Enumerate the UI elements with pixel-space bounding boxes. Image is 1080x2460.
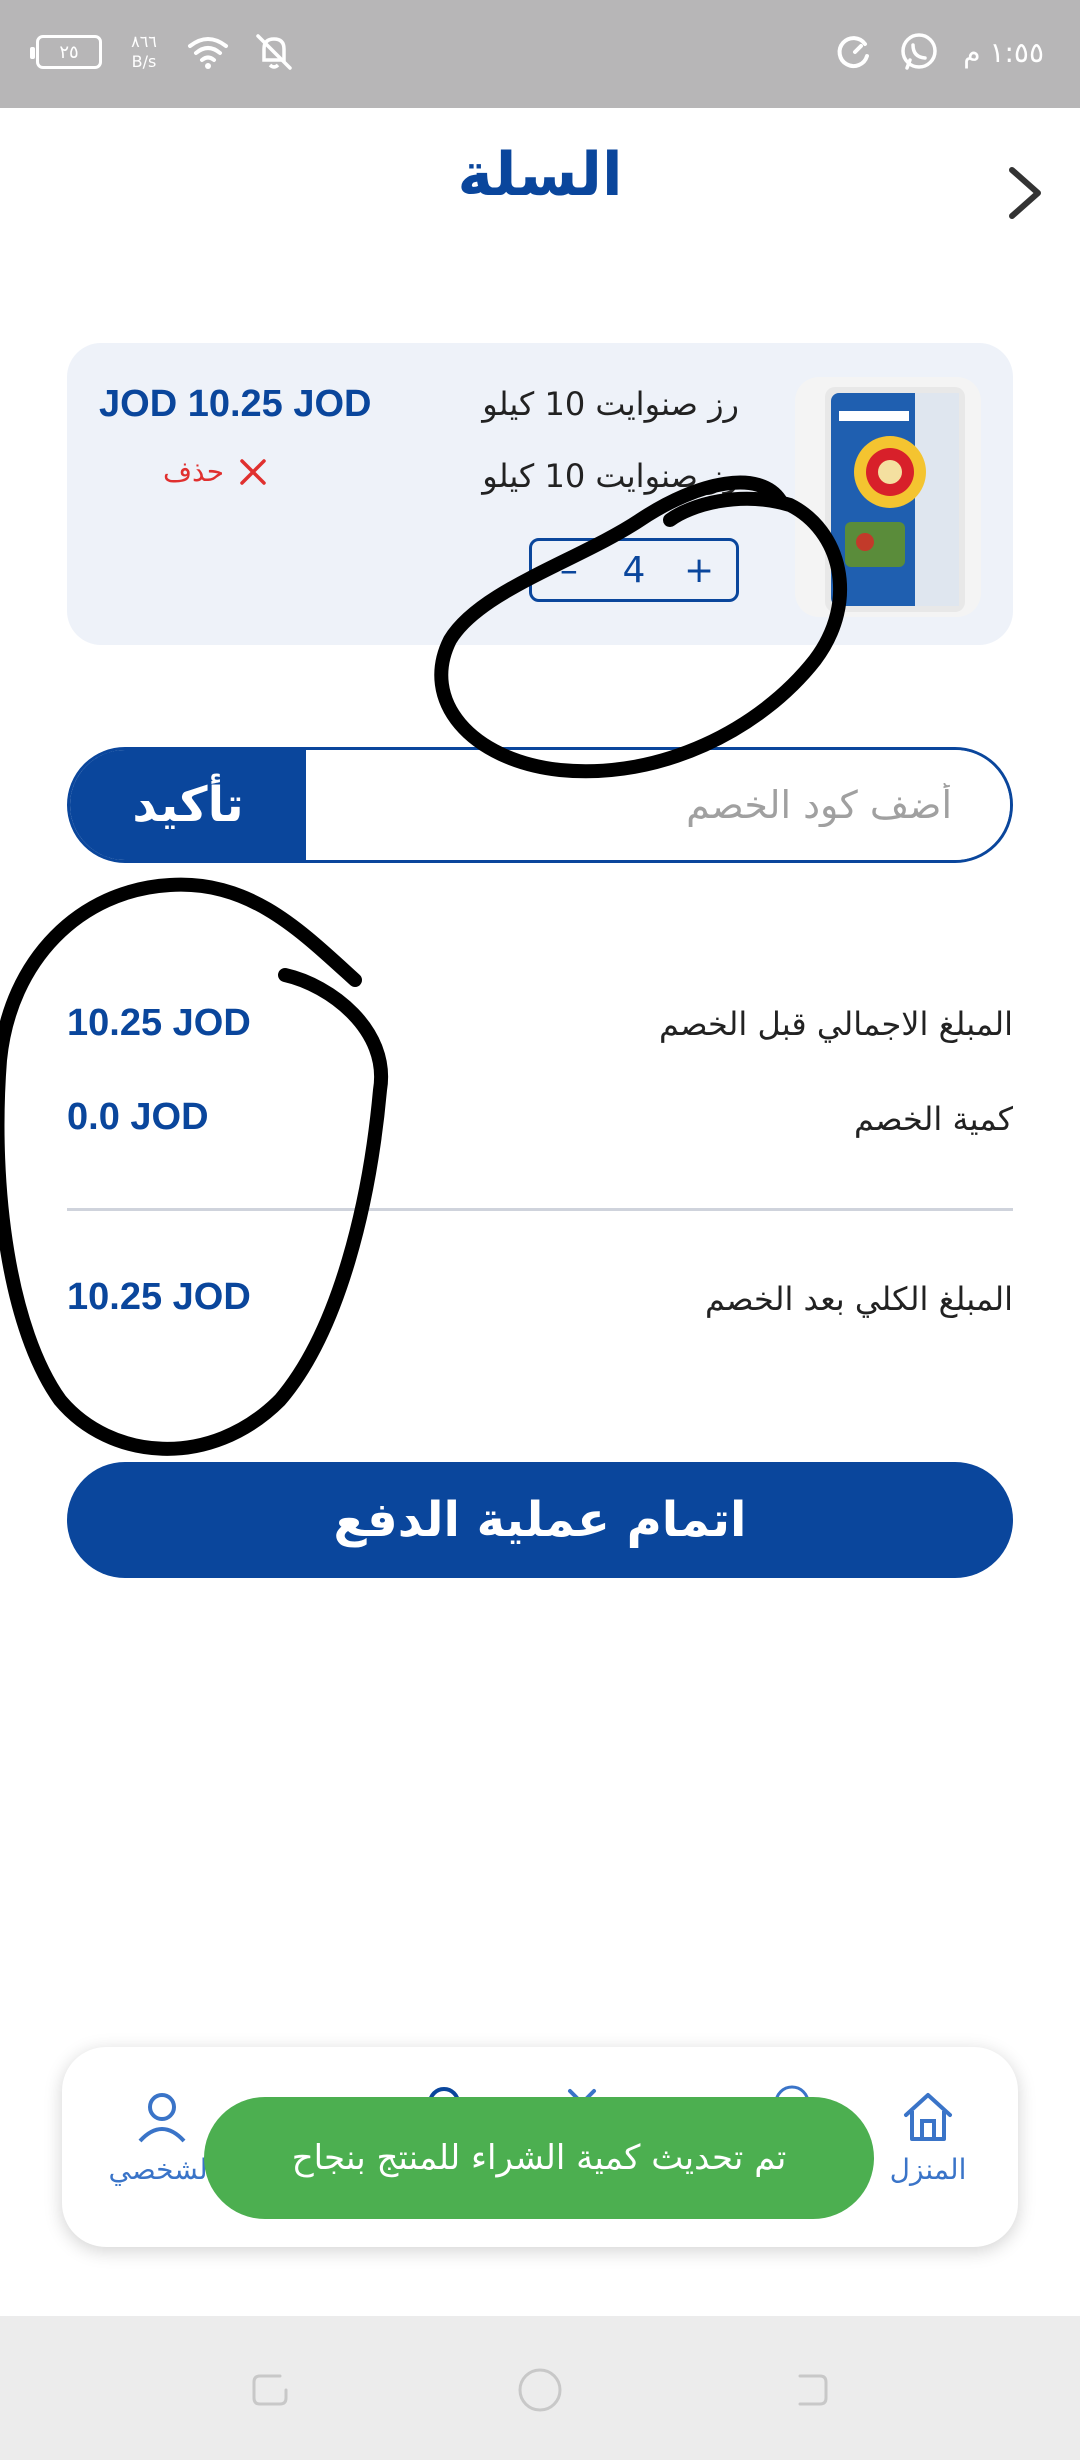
home-button-icon[interactable] <box>516 2366 564 2414</box>
notifications-off-icon <box>256 34 292 70</box>
discount-amount-label: كمية الخصم <box>853 1100 1013 1138</box>
confirm-discount-button[interactable]: تأكيد <box>70 750 306 860</box>
quantity-stepper: – 4 + <box>529 538 739 602</box>
product-image[interactable] <box>795 377 981 617</box>
toast-message: تم تحديث كمية الشراء للمنتج بنجاح <box>204 2097 874 2219</box>
nav-home[interactable]: المنزل <box>868 2087 988 2186</box>
checkout-button[interactable]: اتمام عملية الدفع <box>67 1462 1013 1578</box>
total-value: 10.25 JOD <box>67 1276 251 1318</box>
status-right: ١:٥٥ م <box>831 30 1044 74</box>
delete-item-button[interactable]: حذف <box>163 455 268 488</box>
discount-amount-value: 0.0 JOD <box>67 1096 209 1138</box>
network-speed: ٨٦٦ B/s <box>124 32 164 72</box>
cart-item-card: رز صنوايت 10 كيلو رز صنوايت 10 كيلو – 4 … <box>67 343 1013 645</box>
battery-level: ٢٥ <box>59 41 79 63</box>
home-icon <box>904 2093 952 2141</box>
back-button-icon[interactable] <box>786 2366 834 2414</box>
wifi-icon <box>188 37 228 69</box>
delete-label: حذف <box>163 455 225 488</box>
discount-code-input[interactable] <box>306 750 1010 860</box>
status-time: ١:٥٥ م <box>963 35 1044 69</box>
subtotal-value: 10.25 JOD <box>67 1002 251 1044</box>
user-icon <box>138 2093 186 2143</box>
battery-icon: ٢٥ <box>30 35 102 69</box>
recent-apps-icon[interactable] <box>246 2366 294 2414</box>
network-speed-value: ٨٦٦ <box>131 32 157 51</box>
discount-code-row: تأكيد <box>67 747 1013 863</box>
system-navigation-bar <box>0 2316 1080 2460</box>
quantity-value: 4 <box>622 549 646 591</box>
status-bar: ٢٥ ٨٦٦ B/s ١:٥٥ م <box>0 0 1080 108</box>
sync-icon <box>837 36 870 69</box>
status-left: ٢٥ ٨٦٦ B/s <box>30 30 296 74</box>
back-chevron-icon[interactable] <box>1000 158 1050 228</box>
nav-profile[interactable]: الشخصي <box>102 2087 222 2186</box>
close-icon <box>240 458 266 485</box>
page-title: السلة <box>457 140 623 210</box>
total-label: المبلغ الكلي بعد الخصم <box>705 1280 1013 1318</box>
summary-divider <box>67 1208 1013 1211</box>
product-price: JOD 10.25 JOD <box>99 383 372 425</box>
whatsapp-icon <box>901 33 937 70</box>
decrease-quantity-button[interactable]: – <box>549 550 589 591</box>
annotation-circle-totals <box>0 877 389 1456</box>
product-name: رز صنوايت 10 كيلو <box>482 385 739 423</box>
rice-bag-image <box>825 387 965 612</box>
increase-quantity-button[interactable]: + <box>679 550 719 591</box>
network-speed-unit: B/s <box>131 52 157 71</box>
nav-profile-label: الشخصي <box>108 2153 216 2186</box>
nav-home-label: المنزل <box>889 2153 967 2186</box>
product-name-secondary: رز صنوايت 10 كيلو <box>482 457 739 495</box>
subtotal-label: المبلغ الاجمالي قبل الخصم <box>658 1005 1013 1043</box>
